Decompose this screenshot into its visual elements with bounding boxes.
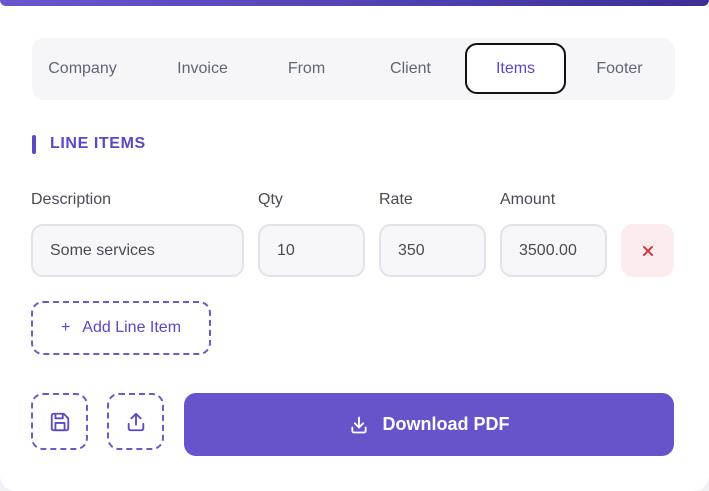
- tab-items[interactable]: Items: [465, 43, 566, 94]
- description-input[interactable]: [31, 224, 244, 277]
- rate-input[interactable]: [379, 224, 486, 277]
- column-label-rate: Rate: [379, 191, 413, 208]
- column-label-amount: Amount: [500, 191, 556, 208]
- add-line-item-label: Add Line Item: [82, 319, 182, 336]
- tab-invoice[interactable]: Invoice: [152, 43, 253, 94]
- tab-client[interactable]: Client: [360, 43, 461, 94]
- section-accent-bar: [32, 134, 36, 154]
- remove-line-item-button[interactable]: [621, 224, 674, 277]
- section-heading: LINE ITEMS: [32, 134, 146, 154]
- amount-input[interactable]: [500, 224, 607, 277]
- add-line-item-button[interactable]: + Add Line Item: [31, 301, 211, 355]
- tab-company[interactable]: Company: [32, 43, 133, 94]
- download-icon: [349, 415, 369, 435]
- close-icon: [642, 245, 653, 256]
- column-label-qty: Qty: [258, 191, 283, 208]
- column-label-description: Description: [31, 191, 112, 208]
- tab-bar: Company Invoice From Client Items Footer: [32, 38, 675, 100]
- save-icon: [50, 412, 69, 431]
- download-pdf-button[interactable]: Download PDF: [184, 393, 674, 456]
- qty-input[interactable]: [258, 224, 365, 277]
- section-title: LINE ITEMS: [50, 135, 146, 152]
- upload-icon: [127, 412, 144, 431]
- save-button[interactable]: [31, 393, 88, 450]
- upload-button[interactable]: [107, 393, 164, 450]
- tab-footer[interactable]: Footer: [569, 43, 670, 94]
- plus-icon: +: [60, 319, 71, 336]
- invoice-editor-card: Company Invoice From Client Items Footer…: [0, 0, 709, 491]
- accent-top-bar: [0, 0, 709, 6]
- tab-from[interactable]: From: [256, 43, 357, 94]
- download-pdf-label: Download PDF: [382, 414, 510, 434]
